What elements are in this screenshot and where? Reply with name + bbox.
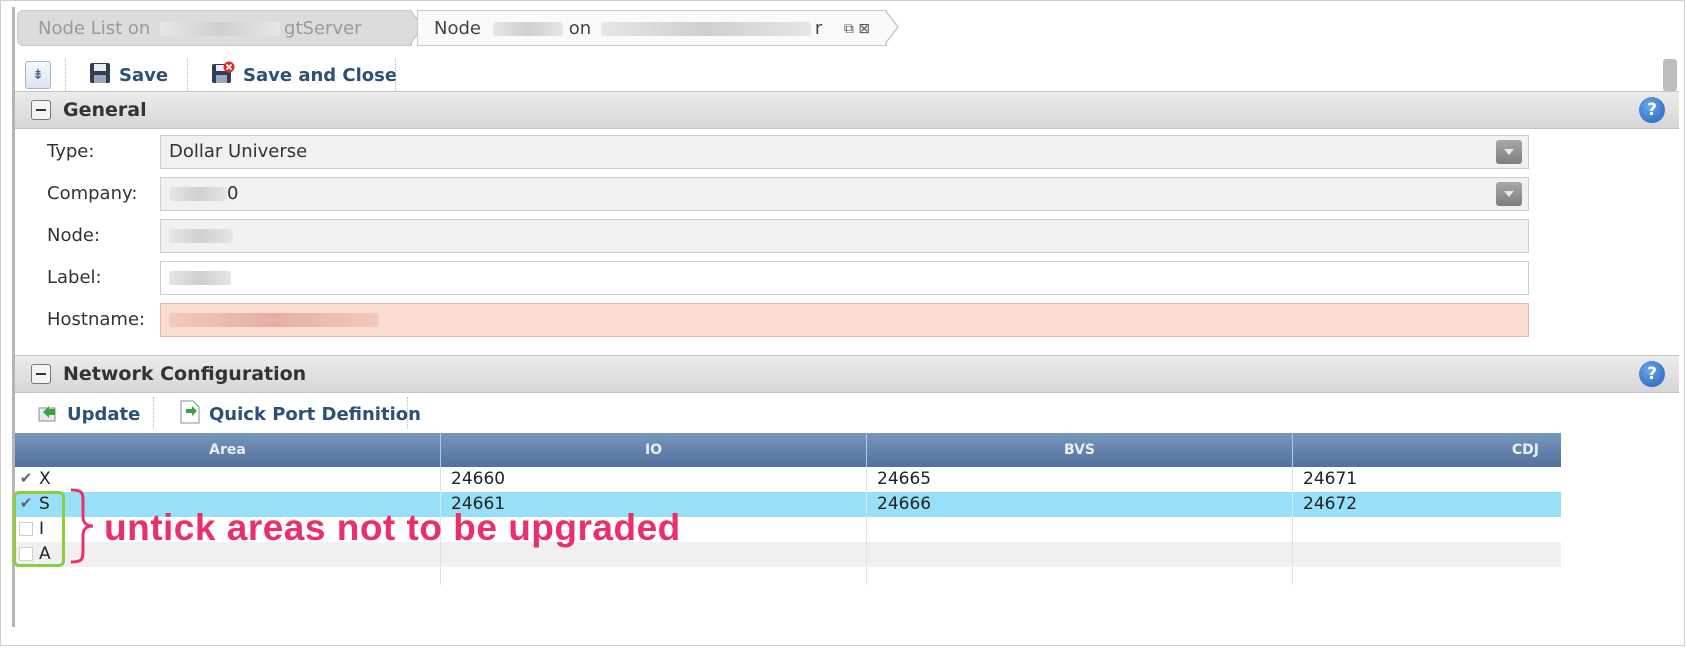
close-icon[interactable]: ⊠ <box>858 21 870 37</box>
update-button[interactable]: Update <box>37 393 140 435</box>
node-label: Node: <box>47 225 101 246</box>
breadcrumb-node-mid: on <box>568 18 592 39</box>
breadcrumb-arrow-fill <box>884 10 897 44</box>
hostname-row: Hostname: <box>15 299 1679 341</box>
empty-cell <box>441 567 867 585</box>
io-cell[interactable]: 24660 <box>441 467 867 492</box>
breadcrumb-node-prefix: Node <box>434 18 481 39</box>
annotation-brace <box>70 488 94 564</box>
label-field[interactable] <box>160 261 1529 295</box>
save-and-close-label: Save and Close <box>243 64 398 86</box>
general-section-header[interactable]: General ? <box>15 91 1679 129</box>
redacted-text <box>160 22 281 36</box>
redacted-text <box>169 229 233 243</box>
collapse-all-button[interactable]: ⇟ <box>25 61 51 89</box>
breadcrumb-node-suffix: r <box>814 18 823 39</box>
toolbar-separator <box>187 59 189 91</box>
annotation-text: untick areas not to be upgraded <box>104 507 681 548</box>
update-label: Update <box>67 403 141 425</box>
redacted-text <box>169 271 231 285</box>
company-value: 0 <box>227 183 239 204</box>
network-section-title: Network Configuration <box>63 363 307 385</box>
company-label: Company: <box>47 183 138 204</box>
empty-cell <box>867 567 1293 585</box>
cdj-cell[interactable]: 24672 <box>1293 492 1561 517</box>
save-close-icon <box>211 61 235 90</box>
breadcrumb-node-edit[interactable]: Node on r ⧉ ⊠ <box>417 10 887 46</box>
node-row: Node: <box>15 215 1679 257</box>
bvs-cell[interactable] <box>867 542 1293 567</box>
type-value: Dollar Universe <box>169 141 308 162</box>
checkbox-checked[interactable]: ✔ <box>19 471 33 486</box>
breadcrumb-node-list[interactable]: Node List on gtServer <box>17 10 412 46</box>
bvs-cell[interactable] <box>867 517 1293 542</box>
hostname-label: Hostname: <box>47 309 146 330</box>
column-header-bvs[interactable]: BVS <box>867 433 1293 467</box>
breadcrumb-node-list-prefix: Node List on <box>38 18 151 39</box>
type-label: Type: <box>47 141 95 162</box>
app-window: Node List on gtServer Node on r ⧉ ⊠ ⇟ Sa… <box>0 0 1685 646</box>
save-button[interactable]: Save <box>89 55 168 95</box>
type-select[interactable]: Dollar Universe <box>160 135 1529 169</box>
redacted-text <box>492 22 563 36</box>
cdj-cell[interactable] <box>1293 542 1561 567</box>
company-row: Company: 0 <box>15 173 1679 215</box>
chevron-down-icon[interactable] <box>1496 140 1522 164</box>
column-header-area[interactable]: Area <box>15 433 441 467</box>
toolbar-separator <box>65 59 67 91</box>
empty-cell <box>15 567 441 585</box>
bvs-cell[interactable]: 24666 <box>867 492 1293 517</box>
help-icon[interactable]: ? <box>1639 361 1665 387</box>
toolbar-separator <box>153 397 155 429</box>
general-section-title: General <box>63 99 147 121</box>
redacted-text <box>169 187 227 201</box>
toolbar-separator <box>407 397 409 429</box>
company-select[interactable]: 0 <box>160 177 1529 211</box>
document-arrow-icon <box>179 400 201 429</box>
column-header-io[interactable]: IO <box>441 433 867 467</box>
label-label: Label: <box>47 267 102 288</box>
redacted-text <box>169 313 379 327</box>
node-field[interactable] <box>160 219 1529 253</box>
annotation-highlight-box <box>13 491 65 567</box>
scrollbar-thumb[interactable] <box>1663 59 1677 91</box>
network-toolbar: Update Quick Port Definition <box>15 393 1679 435</box>
collapse-icon: ⇟ <box>32 67 44 83</box>
update-icon <box>37 401 59 428</box>
toolbar-separator <box>395 59 397 91</box>
popout-icon[interactable]: ⧉ <box>844 21 854 37</box>
floppy-disk-icon <box>89 62 111 89</box>
save-and-close-button[interactable]: Save and Close <box>211 55 397 95</box>
table-row-empty <box>15 567 1561 585</box>
breadcrumb-node-list-suffix: gtServer <box>284 18 362 39</box>
network-section-header[interactable]: Network Configuration ? <box>15 355 1679 393</box>
type-row: Type: Dollar Universe <box>15 131 1679 173</box>
cdj-cell[interactable]: 24671 <box>1293 467 1561 492</box>
table-row[interactable]: ✔ X 24660 24665 24671 <box>15 467 1561 492</box>
quick-port-definition-label: Quick Port Definition <box>209 403 421 425</box>
label-row: Label: <box>15 257 1679 299</box>
toolbar: ⇟ Save Save and Close <box>17 55 1677 95</box>
collapse-section-icon[interactable] <box>31 100 51 120</box>
area-name: X <box>39 469 51 489</box>
column-header-cdj[interactable]: CDJ <box>1293 433 1561 467</box>
redacted-text <box>600 22 811 36</box>
collapse-section-icon[interactable] <box>31 364 51 384</box>
help-icon[interactable]: ? <box>1639 97 1665 123</box>
quick-port-definition-button[interactable]: Quick Port Definition <box>179 393 421 435</box>
hostname-field[interactable] <box>160 303 1529 337</box>
breadcrumb-tab-icons: ⧉ ⊠ <box>844 11 870 47</box>
cdj-cell[interactable] <box>1293 517 1561 542</box>
save-label: Save <box>119 64 169 86</box>
bvs-cell[interactable]: 24665 <box>867 467 1293 492</box>
grid-header: Area IO BVS CDJ <box>15 433 1561 467</box>
chevron-down-icon[interactable] <box>1496 182 1522 206</box>
